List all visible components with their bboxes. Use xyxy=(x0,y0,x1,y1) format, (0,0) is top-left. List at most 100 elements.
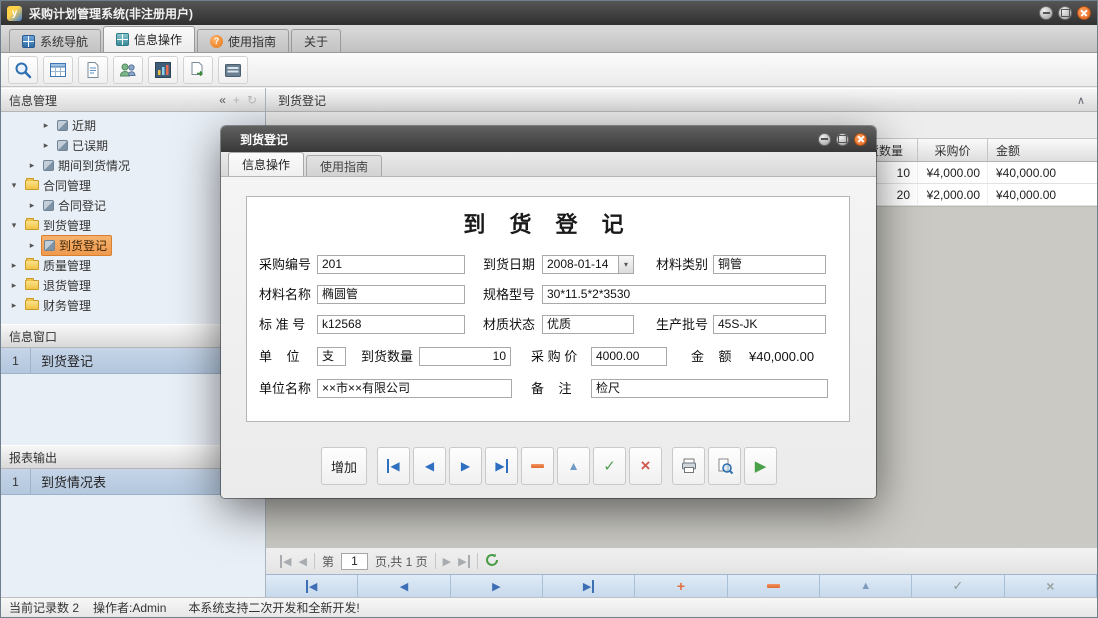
preview-button[interactable] xyxy=(708,447,741,485)
run-button[interactable]: ▶ xyxy=(744,447,777,485)
archive-button[interactable] xyxy=(218,56,248,84)
grid-cancel-button[interactable]: × xyxy=(1005,575,1097,597)
purchase-price-field[interactable]: 4000.00 xyxy=(591,347,667,366)
node-icon xyxy=(57,140,68,151)
purchase-no-field[interactable]: 201 xyxy=(317,255,465,274)
unit-field[interactable]: 支 xyxy=(317,347,346,366)
arrival-date-field[interactable]: 2008-01-14 ▾ xyxy=(542,255,634,274)
batch-no-field[interactable]: 45S-JK xyxy=(713,315,826,334)
tree-item-label: 合同管理 xyxy=(43,177,91,194)
remark-field[interactable]: 检尺 xyxy=(591,379,828,398)
expander-icon[interactable]: ▾ xyxy=(9,220,19,231)
collapse-panel-icon[interactable]: ∧ xyxy=(1077,94,1085,107)
node-icon xyxy=(43,160,54,171)
tab-user-guide[interactable]: ? 使用指南 xyxy=(197,29,289,52)
page-number-input[interactable]: 1 xyxy=(341,553,368,570)
maximize-button[interactable] xyxy=(1058,6,1072,20)
save-record-button[interactable]: ✓ xyxy=(593,447,626,485)
expander-icon[interactable]: ▸ xyxy=(9,300,19,311)
last-icon: ▶ xyxy=(583,580,594,593)
grid-header-price[interactable]: 采购价 xyxy=(917,139,987,161)
expand-all-icon[interactable]: + xyxy=(233,93,240,107)
list-item-label: 到货情况表 xyxy=(31,472,106,491)
pager-first-button[interactable]: ◀ xyxy=(280,555,291,568)
grid-confirm-button[interactable]: ✓ xyxy=(912,575,1004,597)
grid-header-amount[interactable]: 金额 xyxy=(987,139,1097,161)
folder-icon xyxy=(25,260,39,270)
tab-about[interactable]: 关于 xyxy=(291,29,341,52)
document-button[interactable] xyxy=(78,56,108,84)
tab-label: 使用指南 xyxy=(228,33,276,50)
users-button[interactable] xyxy=(113,56,143,84)
record-navigation-bar: ◀ ◀ ▶ ▶ + ▲ ✓ × xyxy=(266,574,1097,597)
expander-icon[interactable]: ▸ xyxy=(27,240,37,251)
arrival-qty-field[interactable]: 10 xyxy=(419,347,511,366)
purchase-price-label: 采 购 价 xyxy=(531,347,577,367)
dialog-maximize-button[interactable] xyxy=(836,133,849,146)
tree-item-label: 质量管理 xyxy=(43,257,91,274)
print-button[interactable] xyxy=(672,447,705,485)
tree-item-label: 到货登记 xyxy=(59,237,107,254)
spec-model-field[interactable]: 30*11.5*2*3530 xyxy=(542,285,826,304)
grid-delete-button[interactable] xyxy=(728,575,820,597)
close-button[interactable] xyxy=(1077,6,1091,20)
first-record-button[interactable]: ◀ xyxy=(377,447,410,485)
expander-icon[interactable]: ▾ xyxy=(9,180,19,191)
search-button[interactable] xyxy=(8,56,38,84)
tree-item-label: 到货管理 xyxy=(43,217,91,234)
standard-no-field[interactable]: k12568 xyxy=(317,315,465,334)
material-name-field[interactable]: 椭圆管 xyxy=(317,285,465,304)
company-label: 单位名称 xyxy=(259,379,311,399)
next-record-button[interactable]: ▶ xyxy=(449,447,482,485)
collapse-sidebar-icon[interactable]: « xyxy=(219,93,226,107)
refresh-tree-icon[interactable]: ↻ xyxy=(247,93,257,107)
grid-next-button[interactable]: ▶ xyxy=(451,575,543,597)
tree-item-label: 已误期 xyxy=(72,137,108,154)
pager-last-button[interactable]: ▶ xyxy=(458,555,469,568)
pager-prefix: 第 xyxy=(322,553,334,570)
expander-icon[interactable]: ▸ xyxy=(9,260,19,271)
chart-button[interactable] xyxy=(148,56,178,84)
company-field[interactable]: ××市××有限公司 xyxy=(317,379,512,398)
material-category-field[interactable]: 铜管 xyxy=(713,255,826,274)
node-icon xyxy=(44,240,55,251)
table-view-button[interactable] xyxy=(43,56,73,84)
chevron-down-icon[interactable]: ▾ xyxy=(618,256,633,273)
arrival-date-value: 2008-01-14 xyxy=(543,256,618,273)
add-record-button[interactable]: 增加 xyxy=(321,447,367,485)
grid-last-button[interactable]: ▶ xyxy=(543,575,635,597)
plus-icon: + xyxy=(677,578,685,594)
tab-system-navigation[interactable]: 系统导航 xyxy=(9,29,101,52)
dialog-titlebar: 到货登记 xyxy=(221,126,876,152)
main-toolbar xyxy=(1,53,1097,87)
prev-record-button[interactable]: ◀ xyxy=(413,447,446,485)
dialog-tab-information-operations[interactable]: 信息操作 xyxy=(228,152,304,176)
expander-icon[interactable]: ▸ xyxy=(41,140,51,151)
arrival-qty-label: 到货数量 xyxy=(361,347,413,367)
last-record-button[interactable]: ▶ xyxy=(485,447,518,485)
pager-prev-button[interactable]: ◀ xyxy=(298,555,306,568)
grid-prev-button[interactable]: ◀ xyxy=(358,575,450,597)
tab-information-operations[interactable]: 信息操作 xyxy=(103,26,195,52)
dialog-minimize-button[interactable] xyxy=(818,133,831,146)
pager-next-button[interactable]: ▶ xyxy=(443,555,451,568)
prev-icon: ◀ xyxy=(400,580,408,593)
dialog-tab-user-guide[interactable]: 使用指南 xyxy=(306,155,382,176)
grid-add-button[interactable]: + xyxy=(635,575,727,597)
next-icon: ▶ xyxy=(461,459,470,473)
expander-icon[interactable]: ▸ xyxy=(9,280,19,291)
grid-first-button[interactable]: ◀ xyxy=(266,575,358,597)
expander-icon[interactable]: ▸ xyxy=(27,200,37,211)
export-button[interactable] xyxy=(183,56,213,84)
expander-icon[interactable]: ▸ xyxy=(41,120,51,131)
grid-up-button[interactable]: ▲ xyxy=(820,575,912,597)
dialog-close-button[interactable] xyxy=(854,133,867,146)
material-status-field[interactable]: 优质 xyxy=(542,315,634,334)
move-up-button[interactable]: ▲ xyxy=(557,447,590,485)
minimize-button[interactable] xyxy=(1039,6,1053,20)
refresh-icon[interactable] xyxy=(485,553,499,570)
expander-icon[interactable]: ▸ xyxy=(27,160,37,171)
list-item-number: 1 xyxy=(1,469,31,494)
cancel-record-button[interactable]: × xyxy=(629,447,662,485)
delete-record-button[interactable] xyxy=(521,447,554,485)
